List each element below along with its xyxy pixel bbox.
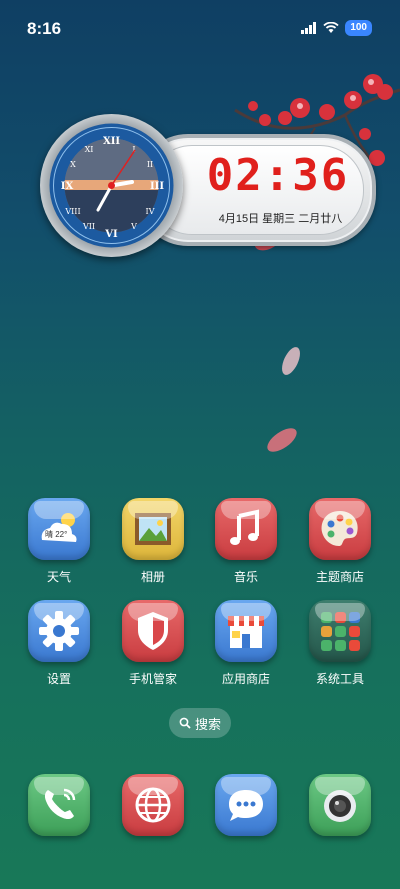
signal-icon bbox=[301, 22, 317, 34]
app-theme-store[interactable]: 主题商店 bbox=[295, 498, 385, 585]
folder-icon bbox=[309, 600, 371, 662]
gallery-icon bbox=[122, 498, 184, 560]
svg-text:X: X bbox=[70, 160, 76, 169]
app-label: 相册 bbox=[140, 570, 165, 584]
svg-text:VII: VII bbox=[82, 222, 95, 231]
status-icons: 100 bbox=[301, 20, 372, 36]
petal-decoration bbox=[267, 428, 297, 452]
numeral-xii: XII bbox=[103, 136, 120, 147]
svg-text:V: V bbox=[130, 222, 137, 231]
shield-icon bbox=[122, 600, 184, 662]
weather-icon: 晴 22° bbox=[28, 498, 90, 560]
app-label: 音乐 bbox=[233, 570, 258, 584]
search-label: 搜索 bbox=[194, 716, 221, 732]
app-app-store[interactable]: 应用商店 bbox=[201, 600, 291, 687]
digital-time: 02:36 bbox=[206, 150, 350, 201]
browser-globe-icon bbox=[122, 774, 184, 836]
clock-widget[interactable]: 02:36 4月15日 星期三 二月廿八 XII III VI IX I II I… bbox=[40, 114, 376, 257]
music-icon bbox=[215, 498, 277, 560]
app-label: 应用商店 bbox=[221, 672, 270, 686]
phone-icon bbox=[28, 774, 90, 836]
svg-text:IV: IV bbox=[146, 207, 155, 216]
dock-browser[interactable] bbox=[108, 774, 198, 836]
folder-system-tools[interactable]: 系统工具 bbox=[295, 600, 385, 687]
numeral-vi: VI bbox=[104, 229, 118, 240]
app-settings[interactable]: 设置 bbox=[14, 600, 104, 687]
svg-text:VIII: VIII bbox=[64, 207, 80, 216]
numeral-iii: III bbox=[150, 181, 164, 192]
dock-messages[interactable] bbox=[201, 774, 291, 836]
wifi-icon bbox=[323, 22, 339, 33]
status-time: 8:16 bbox=[27, 19, 62, 38]
app-label: 设置 bbox=[46, 672, 71, 686]
app-label: 主题商店 bbox=[315, 570, 364, 584]
settings-gear-icon bbox=[28, 600, 90, 662]
search-button[interactable]: 搜索 bbox=[169, 708, 231, 738]
search-icon bbox=[179, 717, 191, 729]
dock-camera[interactable] bbox=[295, 774, 385, 836]
app-weather[interactable]: 晴 22° 天气 bbox=[14, 498, 104, 585]
status-bar: 8:16 100 bbox=[0, 0, 400, 56]
analog-clock: XII III VI IX I II IV V VII VIII X XI bbox=[40, 114, 183, 257]
palette-icon bbox=[309, 498, 371, 560]
app-label: 系统工具 bbox=[315, 672, 364, 686]
store-icon bbox=[215, 600, 277, 662]
app-label: 天气 bbox=[46, 570, 71, 584]
app-label: 手机管家 bbox=[128, 672, 177, 686]
battery-icon: 100 bbox=[345, 20, 372, 36]
app-music[interactable]: 音乐 bbox=[201, 498, 291, 585]
app-phone-manager[interactable]: 手机管家 bbox=[108, 600, 198, 687]
numeral-ix: IX bbox=[61, 181, 74, 192]
app-gallery[interactable]: 相册 bbox=[108, 498, 198, 585]
svg-text:XI: XI bbox=[85, 145, 94, 154]
messages-icon bbox=[215, 774, 277, 836]
camera-icon bbox=[309, 774, 371, 836]
date-text: 4月15日 星期三 二月廿八 bbox=[218, 213, 343, 225]
svg-text:II: II bbox=[147, 160, 153, 169]
petal-decoration bbox=[282, 347, 300, 375]
weather-temperature: 晴 22° bbox=[45, 530, 68, 539]
dock-phone[interactable] bbox=[14, 774, 104, 836]
